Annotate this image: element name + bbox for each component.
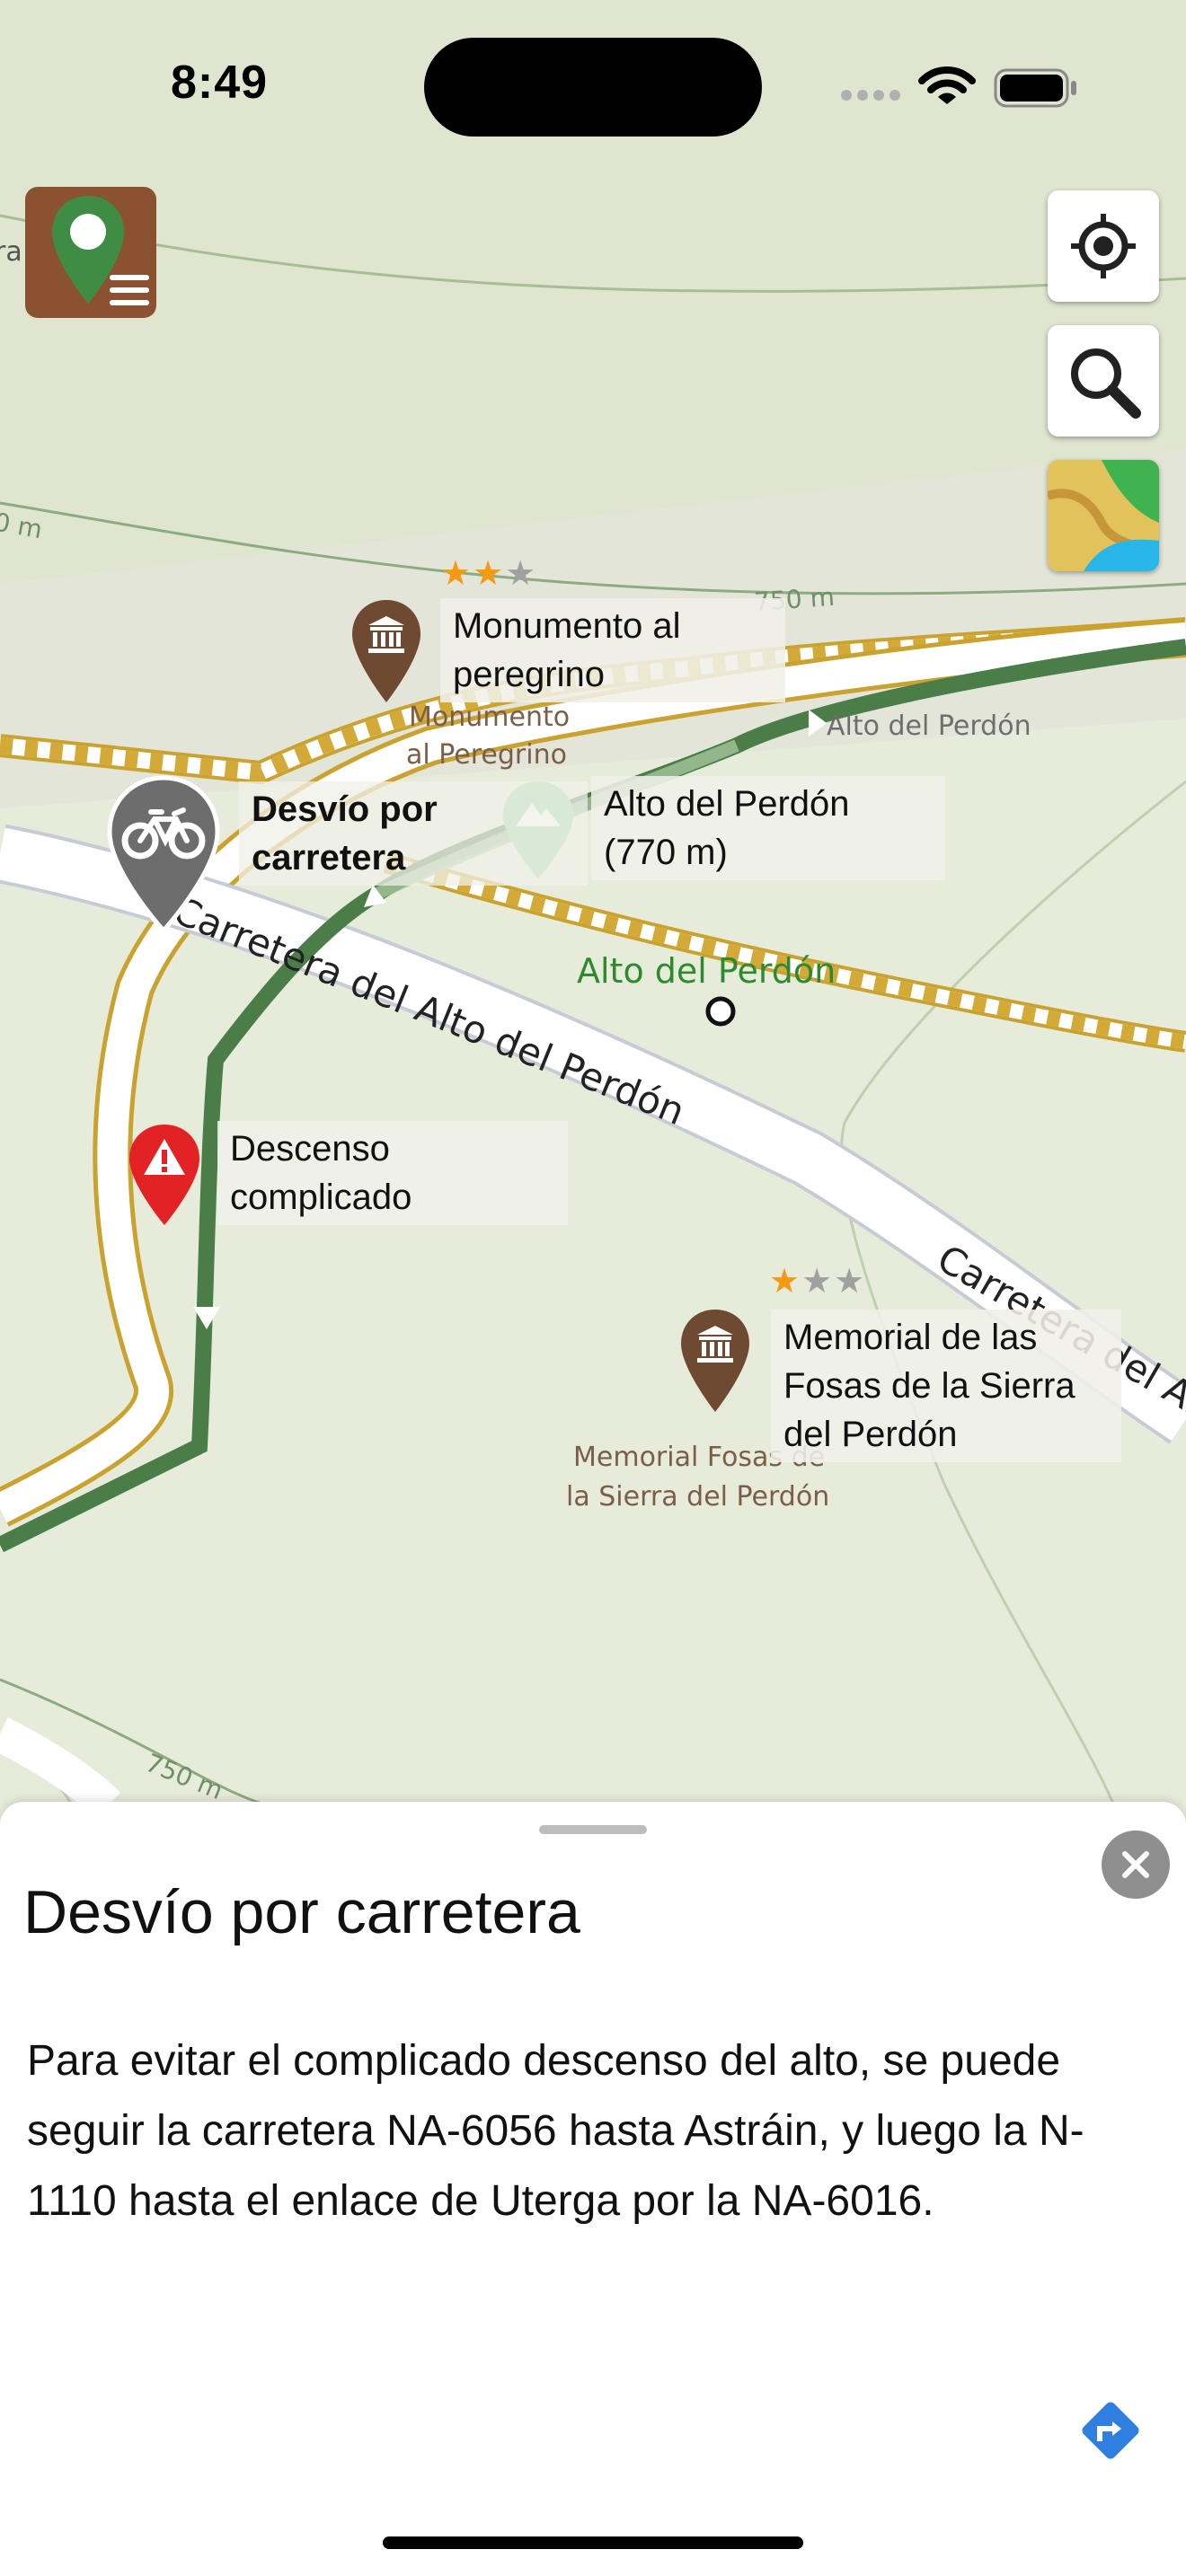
cellular-signal-icon bbox=[841, 90, 900, 101]
wifi-icon bbox=[918, 66, 976, 104]
map-label: Alto del Perdón bbox=[577, 951, 836, 991]
poi-label-descenso[interactable]: Descenso complicado bbox=[217, 1121, 568, 1225]
map-label: la Sierra del Perdón bbox=[566, 1481, 829, 1513]
poi-label-line: complicado bbox=[230, 1178, 412, 1217]
sheet-grabber[interactable] bbox=[539, 1825, 647, 1834]
star-icon: ★ bbox=[473, 555, 506, 593]
detail-sheet[interactable]: Desvío por carretera Para evitar el comp… bbox=[0, 1802, 1186, 2576]
map-label: ra bbox=[0, 236, 22, 268]
locate-icon bbox=[1071, 214, 1136, 278]
map-layers-button[interactable] bbox=[1048, 460, 1159, 571]
map-label: al Peregrino bbox=[406, 739, 567, 771]
star-icon: ★ bbox=[801, 1263, 835, 1301]
map-label: Alto del Perdón bbox=[827, 710, 1031, 742]
poi-label-memorial[interactable]: Memorial de las Fosas de la Sierra del P… bbox=[771, 1310, 1121, 1462]
monument-icon bbox=[352, 600, 420, 702]
poi-label-line: (770 m) bbox=[604, 833, 728, 872]
rating-stars-memorial: ★★★ bbox=[769, 1261, 866, 1301]
search-button[interactable] bbox=[1048, 325, 1159, 437]
sheet-title: Desvío por carretera bbox=[23, 1878, 580, 1946]
poi-label-line: carretera bbox=[252, 838, 406, 878]
poi-label-monumento[interactable]: Monumento al peregrino bbox=[440, 598, 785, 702]
directions-button[interactable] bbox=[1078, 2398, 1143, 2463]
close-icon bbox=[1122, 1851, 1149, 1878]
star-icon: ★ bbox=[440, 555, 474, 593]
locate-button[interactable] bbox=[1048, 190, 1159, 302]
poi-label-line: Desvío por bbox=[252, 790, 438, 829]
close-button[interactable] bbox=[1102, 1831, 1170, 1899]
poi-marker-memorial[interactable] bbox=[677, 1308, 753, 1414]
search-icon bbox=[1071, 348, 1141, 419]
star-icon: ★ bbox=[769, 1263, 802, 1301]
map-marker-menu-icon bbox=[52, 196, 149, 305]
status-bar: 8:49 bbox=[0, 0, 1186, 171]
star-icon: ★ bbox=[505, 555, 538, 593]
home-indicator[interactable] bbox=[383, 2536, 803, 2549]
map-label: Monumento bbox=[409, 701, 570, 733]
poi-label-line: Alto del Perdón bbox=[604, 784, 850, 824]
poi-label-alto[interactable]: Alto del Perdón (770 m) bbox=[591, 776, 945, 880]
battery-icon bbox=[994, 68, 1076, 108]
poi-label-line: Descenso bbox=[230, 1129, 390, 1169]
poi-marker-monumento[interactable] bbox=[349, 598, 424, 704]
star-icon: ★ bbox=[834, 1263, 867, 1301]
rating-stars-monumento: ★★★ bbox=[440, 553, 537, 594]
map-layers-icon bbox=[1048, 460, 1159, 571]
bicycle-icon bbox=[107, 775, 220, 934]
poi-marker-desvio[interactable] bbox=[106, 774, 221, 934]
status-time: 8:49 bbox=[171, 57, 269, 109]
monument-icon bbox=[681, 1310, 749, 1412]
dynamic-island bbox=[424, 38, 762, 137]
map-menu-button[interactable] bbox=[25, 187, 156, 318]
poi-label-line: Memorial de las bbox=[783, 1318, 1038, 1357]
poi-label-line: peregrino bbox=[453, 655, 606, 694]
poi-label-line: Monumento al bbox=[453, 606, 681, 646]
warning-icon bbox=[129, 1125, 199, 1225]
directions-icon bbox=[1082, 2402, 1139, 2459]
sheet-description: Para evitar el complicado descenso del a… bbox=[27, 2037, 1084, 2225]
poi-label-line: del Perdón bbox=[783, 1415, 958, 1454]
poi-label-line: Fosas de la Sierra bbox=[783, 1366, 1075, 1406]
poi-marker-descenso[interactable] bbox=[126, 1123, 203, 1227]
poi-label-desvio[interactable]: Desvío por carretera bbox=[239, 781, 588, 886]
